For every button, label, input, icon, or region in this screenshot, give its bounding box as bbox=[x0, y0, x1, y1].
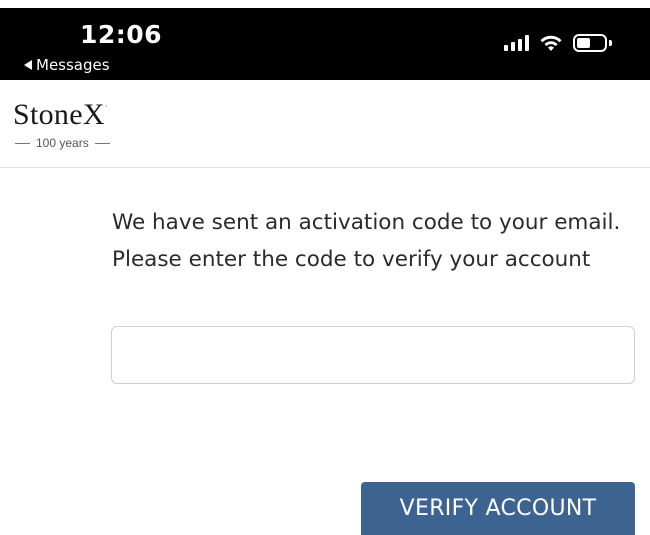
battery-icon bbox=[573, 34, 612, 52]
app-header: StoneX· 100 years bbox=[0, 80, 650, 168]
back-label: Messages bbox=[36, 56, 110, 74]
verify-account-screen: 12:06 Messages StoneX· 100 years We have… bbox=[0, 0, 650, 535]
wifi-icon bbox=[540, 35, 562, 51]
status-bar: 12:06 Messages bbox=[0, 8, 650, 80]
logo-tagline: 100 years bbox=[15, 136, 110, 150]
status-icons bbox=[504, 34, 612, 52]
verify-account-button[interactable]: VERIFY ACCOUNT bbox=[361, 482, 635, 535]
stonex-logo: StoneX· bbox=[13, 98, 108, 131]
back-to-messages-link[interactable]: Messages bbox=[24, 56, 110, 74]
activation-message: We have sent an activation code to your … bbox=[112, 210, 621, 272]
activation-code-input[interactable] bbox=[111, 326, 635, 384]
cellular-signal-icon bbox=[504, 35, 529, 51]
status-time: 12:06 bbox=[80, 20, 163, 49]
back-triangle-icon bbox=[24, 60, 32, 70]
